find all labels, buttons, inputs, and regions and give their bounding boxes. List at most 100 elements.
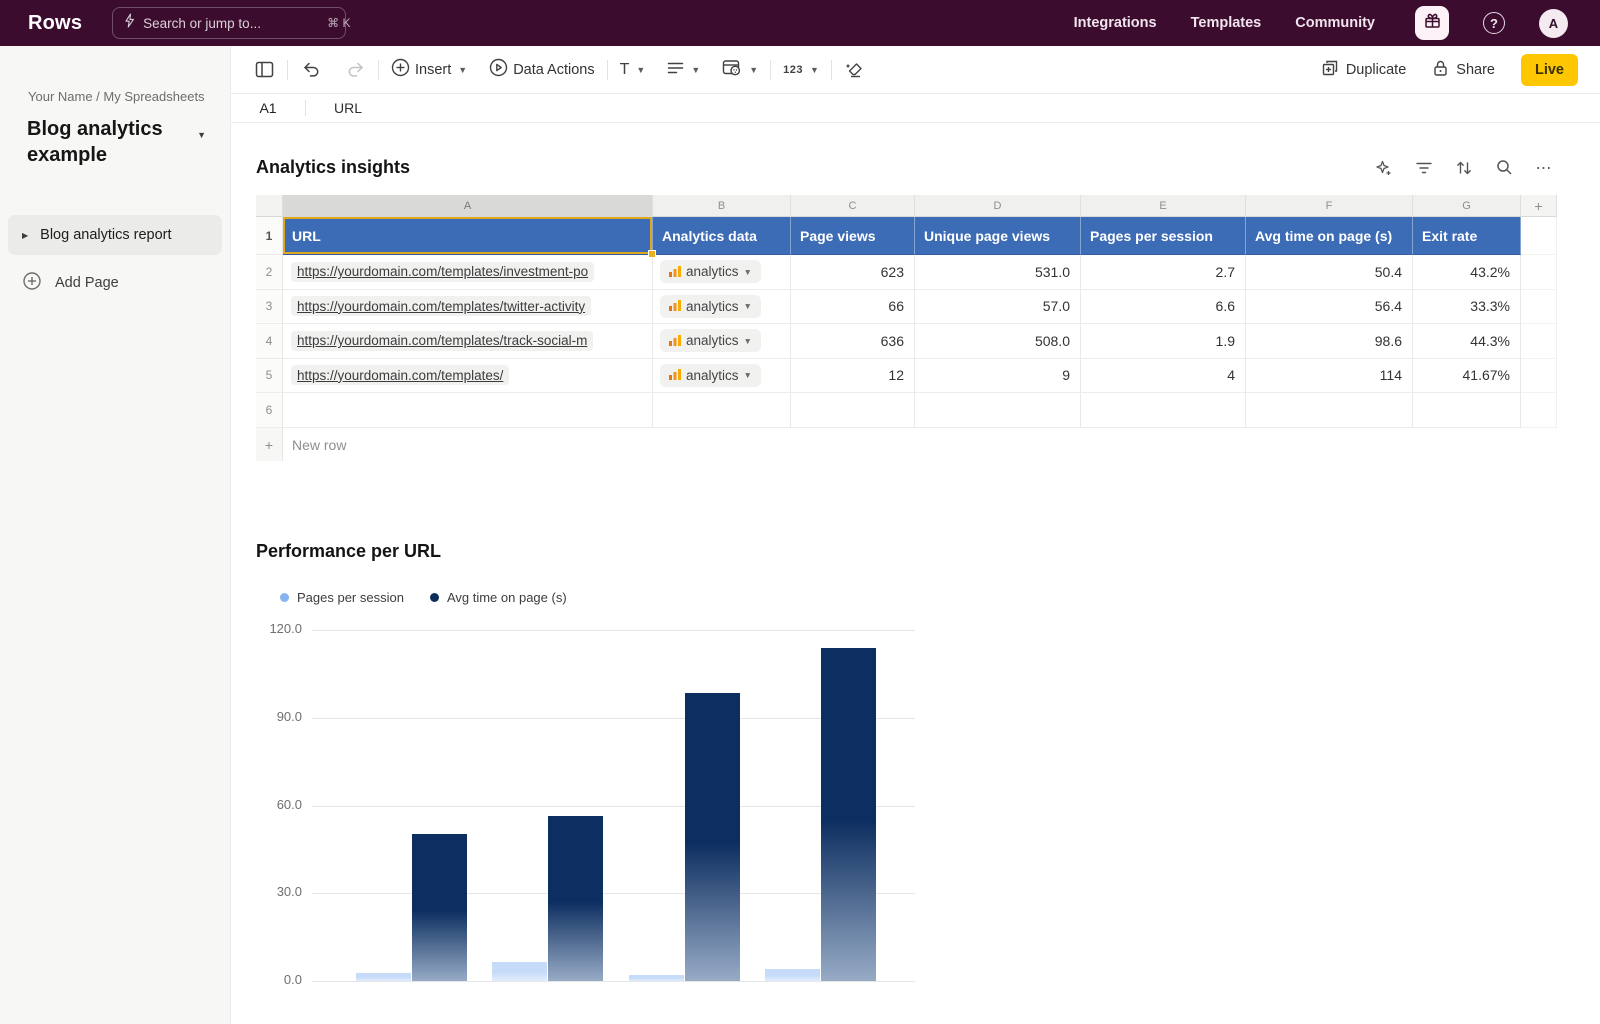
cell-value[interactable]: 43.2% (1413, 255, 1521, 290)
cell-value[interactable]: 531.0 (915, 255, 1081, 290)
column-header-G[interactable]: G (1413, 195, 1521, 217)
chart-bar-pages-per-session-3[interactable] (629, 975, 684, 981)
empty-cell[interactable] (653, 393, 791, 428)
column-header-E[interactable]: E (1081, 195, 1246, 217)
cell-reference[interactable]: A1 (231, 100, 305, 116)
cell-value[interactable]: 636 (791, 324, 915, 359)
selected-cell-A1[interactable]: URL (283, 217, 653, 255)
header-cell[interactable]: Pages per session (1081, 217, 1246, 255)
corner-cell[interactable] (256, 195, 283, 217)
redo-icon[interactable] (344, 55, 366, 85)
row-number[interactable]: 5 (256, 359, 283, 394)
cell-value[interactable]: 57.0 (915, 290, 1081, 325)
header-cell[interactable]: Analytics data (653, 217, 791, 255)
chart-bar-avg-time-on-page-3[interactable] (685, 693, 740, 981)
cell-value[interactable]: 98.6 (1246, 324, 1413, 359)
toggle-sidebar-icon[interactable] (253, 55, 275, 85)
formula-input[interactable]: URL (334, 100, 362, 116)
url-link[interactable]: https://yourdomain.com/templates/twitter… (291, 296, 591, 316)
sidebar-page-blog-analytics-report[interactable]: ▶ Blog analytics report (8, 215, 222, 255)
sort-icon[interactable] (1454, 158, 1474, 178)
cell-value[interactable]: 6.6 (1081, 290, 1246, 325)
share-button[interactable]: Share (1432, 59, 1495, 81)
empty-cell[interactable] (1081, 393, 1246, 428)
chart-bar-avg-time-on-page-2[interactable] (548, 816, 603, 981)
column-header-D[interactable]: D (915, 195, 1081, 217)
fill-handle[interactable] (648, 250, 656, 258)
cell-value[interactable]: 114 (1246, 359, 1413, 394)
header-cell[interactable]: Unique page views (915, 217, 1081, 255)
search-icon[interactable] (1494, 158, 1514, 178)
empty-cell[interactable] (283, 393, 653, 428)
table-title[interactable]: Analytics insights (256, 157, 410, 178)
column-header-F[interactable]: F (1246, 195, 1413, 217)
cell-value[interactable]: 9 (915, 359, 1081, 394)
chart-title[interactable]: Performance per URL (256, 541, 1600, 562)
breadcrumb[interactable]: Your Name / My Spreadsheets (28, 89, 230, 104)
analytics-data-chip[interactable]: analytics ▼ (660, 364, 761, 387)
empty-cell[interactable] (915, 393, 1081, 428)
user-avatar[interactable]: A (1539, 9, 1568, 38)
cell-value[interactable]: 44.3% (1413, 324, 1521, 359)
live-button[interactable]: Live (1521, 54, 1578, 86)
data-actions-button[interactable]: Data Actions (489, 58, 594, 81)
chart-bar-pages-per-session-1[interactable] (356, 973, 411, 981)
cell-value[interactable]: 623 (791, 255, 915, 290)
rows-logo[interactable]: Rows (28, 12, 82, 35)
column-header-B[interactable]: B (653, 195, 791, 217)
more-options-icon[interactable]: ⋯ (1534, 158, 1554, 178)
new-row-button[interactable]: + New row (256, 428, 1600, 461)
nav-link-templates[interactable]: Templates (1191, 15, 1262, 31)
cell-value[interactable]: 56.4 (1246, 290, 1413, 325)
column-header-A[interactable]: A (283, 195, 653, 217)
add-page-button[interactable]: Add Page (8, 265, 222, 301)
insert-button[interactable]: Insert ▼ (391, 58, 467, 81)
chart-bar-avg-time-on-page-1[interactable] (412, 834, 467, 981)
row-number[interactable]: 2 (256, 255, 283, 290)
header-cell[interactable]: Exit rate (1413, 217, 1521, 255)
cell-value[interactable]: 12 (791, 359, 915, 394)
legend-item-avg-time-on-page[interactable]: Avg time on page (s) (430, 590, 567, 605)
clear-format-icon[interactable] (844, 55, 866, 85)
legend-item-pages-per-session[interactable]: Pages per session (280, 590, 404, 605)
row-number[interactable]: 1 (256, 217, 283, 255)
chart-bar-avg-time-on-page-4[interactable] (821, 648, 876, 981)
analytics-data-chip[interactable]: analytics ▼ (660, 260, 761, 283)
analytics-data-chip[interactable]: analytics ▼ (660, 329, 761, 352)
chart-bar-pages-per-session-2[interactable] (492, 962, 547, 981)
gift-button[interactable] (1415, 6, 1449, 40)
search-input[interactable] (143, 16, 320, 31)
help-icon[interactable]: ? (1483, 12, 1505, 34)
ai-sparkle-icon[interactable] (1374, 158, 1394, 178)
analytics-data-chip[interactable]: analytics ▼ (660, 295, 761, 318)
cell-value[interactable]: 66 (791, 290, 915, 325)
cell-value[interactable]: 2.7 (1081, 255, 1246, 290)
row-number[interactable]: 4 (256, 324, 283, 359)
text-style-button[interactable]: T ▼ (620, 61, 646, 79)
url-link[interactable]: https://yourdomain.com/templates/ (291, 365, 509, 385)
url-link[interactable]: https://yourdomain.com/templates/track-s… (291, 331, 593, 351)
column-header-C[interactable]: C (791, 195, 915, 217)
cell-color-button[interactable]: ▼ (722, 59, 758, 81)
url-link[interactable]: https://yourdomain.com/templates/investm… (291, 262, 594, 282)
title-menu-caret-icon[interactable]: ▼ (197, 130, 206, 140)
undo-icon[interactable] (300, 55, 322, 85)
header-cell[interactable]: Page views (791, 217, 915, 255)
add-column-button[interactable]: + (1521, 195, 1557, 217)
expand-caret-icon[interactable]: ▶ (22, 231, 28, 240)
row-number[interactable]: 6 (256, 393, 283, 428)
nav-link-integrations[interactable]: Integrations (1074, 15, 1157, 31)
duplicate-button[interactable]: Duplicate (1321, 59, 1406, 81)
cell-value[interactable]: 1.9 (1081, 324, 1246, 359)
number-format-button[interactable]: 123 ▼ (783, 64, 819, 76)
filter-icon[interactable] (1414, 158, 1434, 178)
cell-value[interactable]: 508.0 (915, 324, 1081, 359)
cell-value[interactable]: 33.3% (1413, 290, 1521, 325)
nav-link-community[interactable]: Community (1295, 15, 1375, 31)
cell-value[interactable]: 41.67% (1413, 359, 1521, 394)
chart-bar-pages-per-session-4[interactable] (765, 969, 820, 981)
header-cell[interactable]: Avg time on page (s) (1246, 217, 1413, 255)
cell-value[interactable]: 4 (1081, 359, 1246, 394)
empty-cell[interactable] (791, 393, 915, 428)
global-search[interactable]: ⌘ K (112, 7, 346, 39)
